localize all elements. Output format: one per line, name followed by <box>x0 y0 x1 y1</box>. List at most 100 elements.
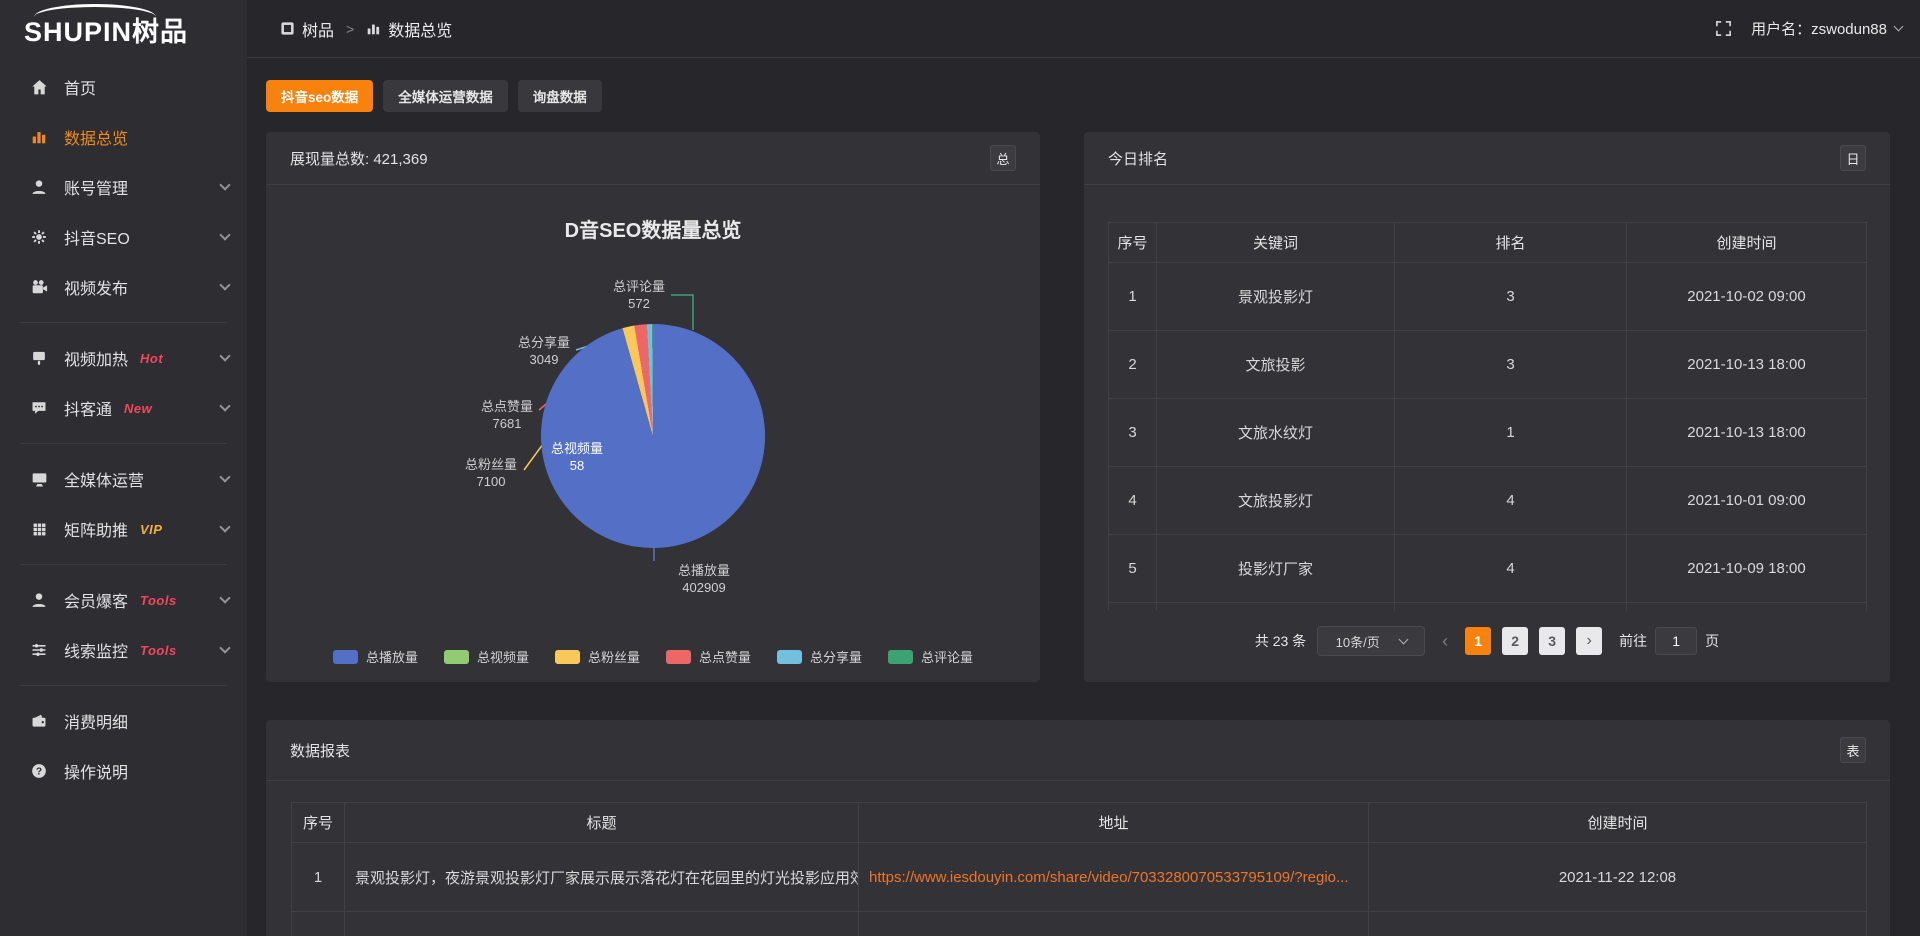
data-report-panel: 数据报表 表 序号 标题 地址 创建时间 1 景观投影灯，夜游景观投影灯厂家展示… <box>266 720 1890 936</box>
page-size-select[interactable]: 10条/页 <box>1317 626 1425 656</box>
pagination: 共 23 条 10条/页 ‹ 1 2 3 › 前往 页 <box>1084 626 1890 656</box>
monitor-icon <box>28 470 50 489</box>
sidebar-menu: 首页 数据总览 账号管理 抖音SEO 视频发布 <box>0 58 247 796</box>
page-button-1[interactable]: 1 <box>1465 627 1491 655</box>
table-row: 5投影灯厂家42021-10-09 18:00 <box>1109 535 1867 603</box>
sidebar-item-account[interactable]: 账号管理 <box>0 162 247 212</box>
legend-swatch <box>333 650 358 664</box>
username-label: 用户名：zswodun88 <box>1751 18 1887 39</box>
sidebar-item-label: 抖音SEO <box>64 225 130 249</box>
legend-item-plays[interactable]: 总播放量 <box>333 647 418 666</box>
video-url-link[interactable]: https://www.iesdouyin.com/share/video/70… <box>859 843 1369 912</box>
sidebar-item-member-baoke[interactable]: 会员爆客 Tools <box>0 575 247 625</box>
sidebar-item-matrix-boost[interactable]: 矩阵助推 VIP <box>0 504 247 554</box>
panel-title: 今日排名 <box>1108 148 1168 169</box>
sliders-icon <box>28 641 50 659</box>
pie-label-shares: 总分享量3049 <box>501 334 587 368</box>
chevron-down-icon <box>219 350 230 361</box>
fullscreen-icon[interactable] <box>1714 19 1733 38</box>
col-rank: 排名 <box>1395 223 1627 263</box>
report-table: 序号 标题 地址 创建时间 1 景观投影灯，夜游景观投影灯厂家展示展示落花灯在花… <box>291 802 1867 936</box>
sidebar-item-data-overview[interactable]: 数据总览 <box>0 112 247 162</box>
breadcrumb-page[interactable]: 数据总览 <box>366 17 452 41</box>
today-rank-panel: 今日排名 日 序号 关键词 排名 创建时间 1景观投影灯32021-10-02 … <box>1084 132 1890 682</box>
table-row: 3文旅水纹灯12021-10-13 18:00 <box>1109 399 1867 467</box>
breadcrumb-separator: > <box>346 21 354 37</box>
video-title-cell: 景观投影灯，夜游景观投影灯厂家展示展示落花灯在花园里的灯光投影应用效果 # <box>345 843 859 912</box>
sidebar-item-label: 首页 <box>64 75 96 99</box>
legend-item-likes[interactable]: 总点赞量 <box>666 647 751 666</box>
chevron-down-icon <box>219 179 230 190</box>
table-toggle-button[interactable]: 表 <box>1840 737 1866 763</box>
table-row-clipped <box>1109 603 1867 611</box>
sidebar-item-label: 全媒体运营 <box>64 467 144 491</box>
sidebar-item-label: 抖客通 <box>64 396 112 420</box>
legend-swatch <box>777 650 802 664</box>
prev-page-button[interactable]: ‹ <box>1436 632 1454 650</box>
sidebar-item-video-publish[interactable]: 视频发布 <box>0 262 247 312</box>
chevron-down-icon <box>219 400 230 411</box>
table-row-clipped <box>292 912 1867 936</box>
panel-title: 数据报表 <box>290 740 350 761</box>
sidebar-item-consumption-detail[interactable]: 消费明细 <box>0 696 247 746</box>
vip-badge: VIP <box>140 522 162 537</box>
goto-unit: 页 <box>1705 631 1719 651</box>
sidebar-item-home[interactable]: 首页 <box>0 62 247 112</box>
home-icon <box>28 78 50 97</box>
screen-icon <box>28 349 50 367</box>
col-url: 地址 <box>859 803 1369 843</box>
sidebar-item-label: 会员爆客 <box>64 588 128 612</box>
legend-item-comments[interactable]: 总评论量 <box>888 647 973 666</box>
table-header-row: 序号 标题 地址 创建时间 <box>292 803 1867 843</box>
tab-douyin-seo-data[interactable]: 抖音seo数据 <box>266 80 373 112</box>
user-menu[interactable]: 用户名：zswodun88 <box>1751 18 1902 39</box>
help-icon: ? <box>28 762 50 780</box>
col-index: 序号 <box>1109 223 1157 263</box>
sidebar-item-label: 线索监控 <box>64 638 128 662</box>
legend-swatch <box>666 650 691 664</box>
goto-label: 前往 <box>1619 631 1647 651</box>
legend-item-shares[interactable]: 总分享量 <box>777 647 862 666</box>
sidebar-item-label: 矩阵助推 <box>64 517 128 541</box>
sidebar-item-label: 消费明细 <box>64 709 128 733</box>
breadcrumb-app[interactable]: 树品 <box>280 17 334 41</box>
sidebar-item-douyin-seo[interactable]: 抖音SEO <box>0 212 247 262</box>
day-toggle-button[interactable]: 日 <box>1840 145 1866 171</box>
sidebar-item-doukentong[interactable]: 抖客通 New <box>0 383 247 433</box>
page-button-2[interactable]: 2 <box>1502 627 1528 655</box>
goto-page-input[interactable] <box>1655 627 1697 655</box>
sidebar-divider <box>20 443 227 444</box>
new-badge: New <box>124 401 152 416</box>
topbar: 树品 > 数据总览 用户名：zswodun88 <box>247 0 1920 58</box>
pie-label-fans: 总粉丝量7100 <box>448 456 534 490</box>
sidebar-item-help[interactable]: ? 操作说明 <box>0 746 247 796</box>
pagination-total: 共 23 条 <box>1255 631 1306 651</box>
tools-badge: Tools <box>140 593 177 608</box>
col-created: 创建时间 <box>1627 223 1867 263</box>
legend-item-videos[interactable]: 总视频量 <box>444 647 529 666</box>
sidebar-item-label: 视频加热 <box>64 346 128 370</box>
legend-item-fans[interactable]: 总粉丝量 <box>555 647 640 666</box>
sidebar-item-video-heat[interactable]: 视频加热 Hot <box>0 333 247 383</box>
page-button-3[interactable]: 3 <box>1539 627 1565 655</box>
goto-page: 前往 页 <box>1619 627 1719 655</box>
table-row: 2文旅投影32021-10-13 18:00 <box>1109 331 1867 399</box>
sidebar-item-media-operation[interactable]: 全媒体运营 <box>0 454 247 504</box>
table-row: 4文旅投影灯42021-10-01 09:00 <box>1109 467 1867 535</box>
tab-media-operation-data[interactable]: 全媒体运营数据 <box>383 80 508 112</box>
chevron-down-icon <box>219 642 230 653</box>
tab-inquiry-data[interactable]: 询盘数据 <box>518 80 602 112</box>
video-camera-icon <box>28 278 50 297</box>
tools-badge: Tools <box>140 643 177 658</box>
sidebar-item-label: 账号管理 <box>64 175 128 199</box>
pie-label-comments: 总评论量572 <box>596 278 682 312</box>
table-row: 1 景观投影灯，夜游景观投影灯厂家展示展示落花灯在花园里的灯光投影应用效果 # … <box>292 843 1867 912</box>
next-page-button[interactable]: › <box>1576 627 1602 655</box>
col-title: 标题 <box>345 803 859 843</box>
rank-table: 序号 关键词 排名 创建时间 1景观投影灯32021-10-02 09:00 2… <box>1108 222 1867 611</box>
sidebar-item-clue-monitor[interactable]: 线索监控 Tools <box>0 625 247 675</box>
breadcrumb: 树品 > 数据总览 <box>280 17 452 41</box>
chevron-down-icon <box>219 471 230 482</box>
col-keyword: 关键词 <box>1157 223 1395 263</box>
sidebar-divider <box>20 685 227 686</box>
